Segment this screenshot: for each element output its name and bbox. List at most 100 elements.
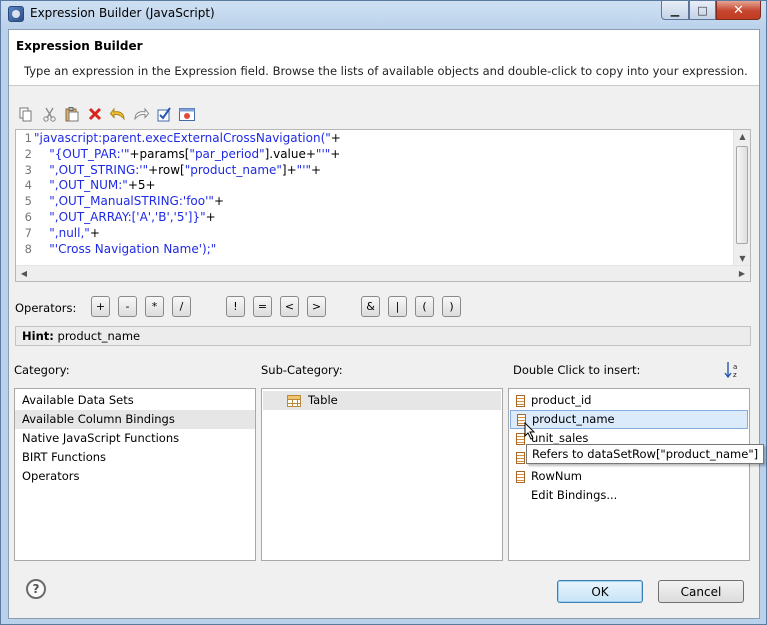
scroll-left-arrow-icon[interactable]: ◀ <box>16 266 32 282</box>
operator-minus-button[interactable]: - <box>118 296 137 317</box>
tooltip: Refers to dataSetRow["product_name"] <box>526 444 765 464</box>
category-item-available-column-bindings[interactable]: Available Column Bindings <box>15 410 255 429</box>
expression-editor[interactable]: 12345678 "javascript:parent.execExternal… <box>15 129 751 282</box>
sort-alphabetical-icon[interactable]: az <box>724 361 742 379</box>
code-token: + <box>205 209 216 224</box>
subcategory-item-label: Table <box>308 393 338 407</box>
title-bar[interactable]: Expression Builder (JavaScript) ▁ □ ✕ <box>1 1 766 28</box>
subcategory-label: Sub-Category: <box>261 363 343 377</box>
operator-equals-button[interactable]: = <box>253 296 272 317</box>
hint-bar: Hint: product_name <box>15 326 751 346</box>
dialog-description: Type an expression in the Expression fie… <box>24 64 748 78</box>
string-token: "par_period" <box>189 146 265 161</box>
validate-icon[interactable] <box>155 105 173 123</box>
operator-close-paren-button[interactable]: ) <box>442 296 461 317</box>
cut-icon[interactable] <box>40 105 58 123</box>
code-line[interactable]: ",null,"+ <box>34 226 732 242</box>
string-token: "'" <box>296 162 312 177</box>
line-number: 7 <box>24 225 32 240</box>
string-token: ",OUT_ManualSTRING:'foo'" <box>34 194 214 209</box>
insert-item-label: product_name <box>532 412 615 426</box>
mouse-pointer-icon <box>524 421 536 443</box>
code-token: ]+ <box>281 162 297 177</box>
expression-builder-window: Expression Builder (JavaScript) ▁ □ ✕ Ex… <box>0 0 767 625</box>
line-number: 1 <box>24 131 32 145</box>
code-token: + <box>330 131 341 145</box>
editor-vertical-scrollbar[interactable]: ▲ ▼ <box>733 130 750 266</box>
operator-plus-button[interactable]: + <box>91 296 110 317</box>
editor-toolbar <box>17 105 196 125</box>
line-number: 4 <box>24 178 32 193</box>
minimize-button[interactable]: ▁ <box>661 1 689 20</box>
insert-item-product-id[interactable]: product_id <box>509 391 749 410</box>
clear-icon[interactable] <box>178 105 196 123</box>
operator-less-than-button[interactable]: < <box>280 296 299 317</box>
insert-list[interactable]: product_id product_name unit_sales RowNu… <box>508 388 750 561</box>
dialog-header: Expression Builder Type an expression in… <box>9 30 759 86</box>
subcategory-item-table[interactable]: Table <box>263 391 501 410</box>
help-icon[interactable]: ? <box>26 579 46 599</box>
operators-label: Operators: <box>15 301 77 315</box>
scroll-up-arrow-icon[interactable]: ▲ <box>734 130 751 144</box>
close-icon: ✕ <box>733 2 744 18</box>
column-icon <box>516 470 525 483</box>
insert-item-label: product_id <box>531 393 592 407</box>
category-item-available-data-sets[interactable]: Available Data Sets <box>15 391 255 410</box>
subcategory-list[interactable]: Table <box>261 388 503 561</box>
code-area[interactable]: "javascript:parent.execExternalCrossNavi… <box>34 130 732 266</box>
code-line[interactable]: ",OUT_ARRAY:['A','B','5']}"+ <box>34 210 732 226</box>
code-line[interactable]: "{OUT_PAR:'"+params["par_period"].value+… <box>34 147 732 163</box>
category-item-native-javascript-functions[interactable]: Native JavaScript Functions <box>15 429 255 448</box>
line-number: 5 <box>24 194 32 209</box>
scroll-thumb[interactable] <box>736 146 748 244</box>
code-line[interactable]: ",OUT_ManualSTRING:'foo'"+ <box>34 194 732 210</box>
code-line[interactable]: ",OUT_NUM:"+5+ <box>34 178 732 194</box>
operator-greater-than-button[interactable]: > <box>307 296 326 317</box>
maximize-button[interactable]: □ <box>689 1 716 20</box>
operator-not-button[interactable]: ! <box>226 296 245 317</box>
editor-horizontal-scrollbar[interactable]: ◀ ▶ <box>16 265 750 281</box>
cancel-button[interactable]: Cancel <box>658 580 744 603</box>
ok-button[interactable]: OK <box>557 580 643 603</box>
category-label: Category: <box>14 363 70 377</box>
scroll-right-arrow-icon[interactable]: ▶ <box>734 266 750 282</box>
table-icon <box>287 394 301 407</box>
column-icon <box>516 451 525 464</box>
operator-and-button[interactable]: & <box>361 296 380 317</box>
dialog-title: Expression Builder <box>16 39 143 53</box>
undo-icon[interactable] <box>109 105 127 123</box>
close-button[interactable]: ✕ <box>716 1 761 20</box>
code-line[interactable]: "'Cross Navigation Name');" <box>34 242 732 258</box>
code-token: +row[ <box>148 162 185 177</box>
hint-label: Hint: <box>22 329 54 343</box>
category-list[interactable]: Available Data Sets Available Column Bin… <box>14 388 256 561</box>
insert-item-rownum[interactable]: RowNum <box>509 467 749 486</box>
scroll-down-arrow-icon[interactable]: ▼ <box>734 252 751 266</box>
paste-icon[interactable] <box>63 105 81 123</box>
delete-icon[interactable] <box>86 105 104 123</box>
category-item-birt-functions[interactable]: BIRT Functions <box>15 448 255 467</box>
category-item-operators[interactable]: Operators <box>15 467 255 486</box>
string-token: ",null," <box>34 225 90 240</box>
string-token: "product_name" <box>184 162 282 177</box>
code-token: + <box>330 146 341 161</box>
copy-icon[interactable] <box>17 105 35 123</box>
code-line[interactable]: "javascript:parent.execExternalCrossNavi… <box>34 131 732 147</box>
insert-item-product-name[interactable]: product_name <box>510 410 748 429</box>
line-number: 8 <box>24 241 32 256</box>
operator-or-button[interactable]: | <box>388 296 407 317</box>
string-token: ",OUT_ARRAY:['A','B','5']}" <box>34 209 206 224</box>
dialog-body: Expression Builder Type an expression in… <box>8 29 765 619</box>
code-line[interactable]: ",OUT_STRING:'"+row["product_name"]+"'"+ <box>34 163 732 179</box>
code-token: ].value+ <box>264 146 316 161</box>
line-number-gutter: 12345678 <box>16 130 34 266</box>
operator-divide-button[interactable]: / <box>172 296 191 317</box>
operator-multiply-button[interactable]: * <box>145 296 164 317</box>
redo-icon[interactable] <box>132 105 150 123</box>
app-icon <box>8 6 24 22</box>
code-token: + <box>311 162 322 177</box>
line-number: 2 <box>24 146 32 161</box>
maximize-icon: □ <box>697 3 708 17</box>
operator-open-paren-button[interactable]: ( <box>415 296 434 317</box>
insert-item-edit-bindings[interactable]: Edit Bindings... <box>509 486 749 505</box>
